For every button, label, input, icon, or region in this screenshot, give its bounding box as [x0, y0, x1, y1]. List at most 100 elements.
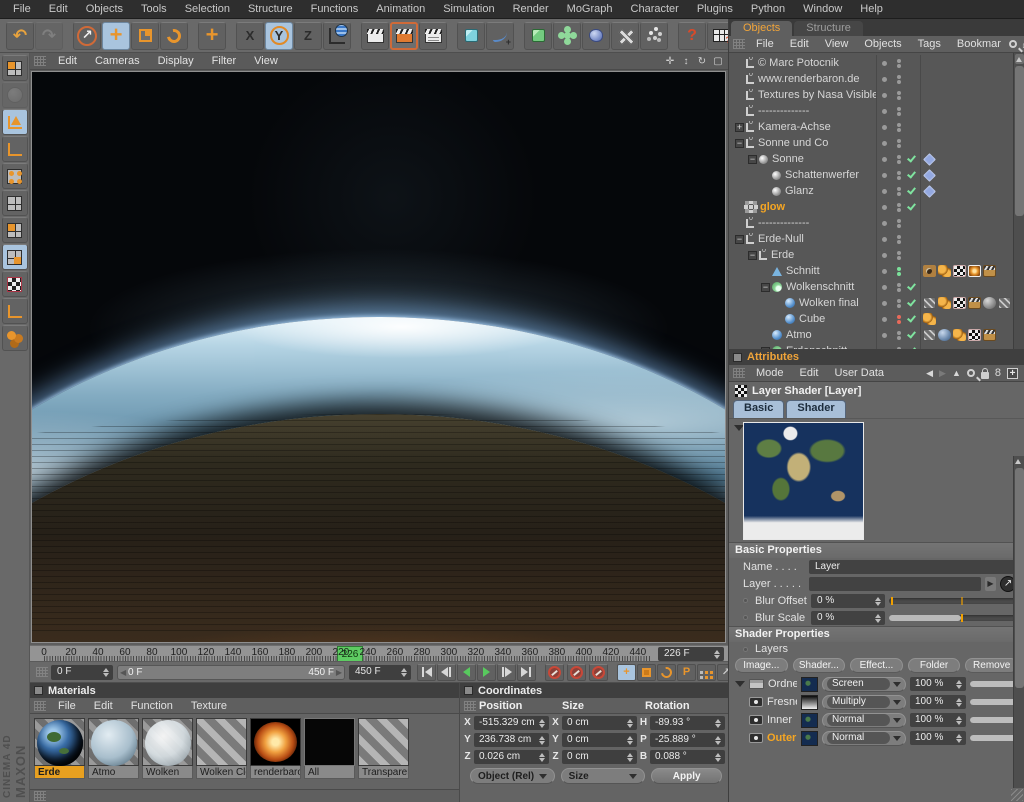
layer-dot-cell[interactable]: [876, 199, 892, 215]
add-subdivision-surface-button[interactable]: [524, 22, 552, 50]
shader-layer-row[interactable]: OuterNormal100 %: [729, 729, 1024, 747]
layer-name-cell[interactable]: Fresnel: [735, 696, 797, 708]
visibility-cell[interactable]: [892, 215, 905, 231]
visibility-render-dot[interactable]: [897, 320, 901, 324]
layer-thumbnail[interactable]: [801, 731, 818, 746]
material-thumbnail[interactable]: [34, 718, 85, 766]
menu-animation[interactable]: Animation: [367, 0, 434, 19]
visibility-cell[interactable]: [892, 199, 905, 215]
loop-end-field[interactable]: 450 F: [349, 665, 411, 680]
stripes-tag-icon[interactable]: [923, 297, 936, 309]
rotation-value-field[interactable]: 0.088 °: [650, 750, 725, 764]
visibility-editor-dot[interactable]: [897, 235, 901, 239]
rotation-stepper[interactable]: [715, 736, 722, 745]
layer-dot[interactable]: [882, 221, 887, 226]
visibility-editor-dot[interactable]: [897, 171, 901, 175]
layer-dot-cell[interactable]: [876, 103, 892, 119]
materials-menu-function[interactable]: Function: [122, 700, 182, 712]
rotate-tool-button[interactable]: [160, 22, 188, 50]
layer-dot[interactable]: [882, 237, 887, 242]
enabled-cell[interactable]: [905, 327, 920, 343]
tree-row[interactable]: Glanz: [729, 183, 1013, 199]
objects-menu-file[interactable]: File: [748, 38, 782, 50]
opacity-stepper[interactable]: [956, 734, 963, 743]
layer-dot-cell[interactable]: [876, 295, 892, 311]
render-view-button[interactable]: [361, 22, 389, 50]
enabled-cell[interactable]: [905, 215, 920, 231]
position-value-field[interactable]: 236.738 cm: [474, 733, 549, 747]
layer-dot-cell[interactable]: [876, 247, 892, 263]
model-mode-button[interactable]: [2, 82, 28, 108]
make-editable-button[interactable]: [2, 55, 28, 81]
texture-selected-tag-icon[interactable]: [968, 265, 981, 277]
shader-preview-earth-map[interactable]: [743, 422, 864, 540]
layer-menu-button[interactable]: ▶: [985, 577, 996, 591]
layer-dot-cell[interactable]: [876, 167, 892, 183]
scrollbar-thumb[interactable]: [1015, 66, 1024, 216]
undo-button[interactable]: [6, 22, 34, 50]
loop-start-field[interactable]: 0 F: [51, 665, 113, 680]
tree-row[interactable]: −Sonne: [729, 151, 1013, 167]
viewport-menu-filter[interactable]: Filter: [203, 55, 245, 67]
visibility-render-dot[interactable]: [897, 208, 901, 212]
expand-toggle-icon[interactable]: −: [748, 251, 757, 260]
record-keyframe-button[interactable]: [545, 664, 564, 681]
enabled-cell[interactable]: [905, 247, 920, 263]
go-to-start-button[interactable]: [417, 664, 436, 681]
position-value-field[interactable]: -515.329 cm: [474, 716, 549, 730]
compositing-tag-icon[interactable]: [968, 297, 981, 309]
resize-grip[interactable]: [1011, 789, 1023, 801]
folder-icon[interactable]: [749, 679, 764, 689]
opacity-field[interactable]: 100 %: [910, 713, 966, 727]
layer-dot-cell[interactable]: [876, 311, 892, 327]
opacity-field[interactable]: 100 %: [910, 731, 966, 745]
expand-toggle-icon[interactable]: −: [735, 139, 744, 148]
visibility-render-dot[interactable]: [897, 288, 901, 292]
layer-dot-cell[interactable]: [876, 231, 892, 247]
search-icon[interactable]: [1009, 40, 1017, 48]
scrollbar-thumb[interactable]: [1015, 468, 1024, 688]
coordinate-system-button[interactable]: [323, 22, 351, 50]
enabled-check-icon[interactable]: [907, 169, 916, 178]
tree-row[interactable]: --------------: [729, 103, 1013, 119]
lock-x-axis-button[interactable]: X: [236, 22, 264, 50]
key-scale-button[interactable]: [637, 664, 656, 681]
help-context-button[interactable]: [678, 22, 706, 50]
panel-icon[interactable]: [464, 686, 473, 695]
layer-name-cell[interactable]: Ordner: [735, 678, 797, 690]
material-thumbnail[interactable]: [250, 718, 301, 766]
rotation-stepper[interactable]: [715, 719, 722, 728]
current-tool-move-button[interactable]: [198, 22, 226, 50]
sphere-blue-tag-icon[interactable]: [938, 329, 951, 341]
layer-dot-cell[interactable]: [876, 279, 892, 295]
play-backward-button[interactable]: [457, 664, 476, 681]
key-position-button[interactable]: +: [617, 664, 636, 681]
compositing-tag-icon[interactable]: [983, 329, 996, 341]
tab-shader[interactable]: Shader: [786, 400, 845, 418]
key-parameter-button[interactable]: P: [677, 664, 696, 681]
expand-toggle-icon[interactable]: −: [735, 235, 744, 244]
layer-dot[interactable]: [882, 301, 887, 306]
point-mode-button[interactable]: [2, 163, 28, 189]
material-thumbnail[interactable]: [88, 718, 139, 766]
phong-tag-icon[interactable]: [938, 265, 951, 277]
enabled-cell[interactable]: [905, 263, 920, 279]
rotate-view-icon[interactable]: ↻: [696, 56, 708, 67]
layer-name-cell[interactable]: Inner: [735, 714, 797, 726]
visibility-editor-dot[interactable]: [897, 251, 901, 255]
visibility-render-dot[interactable]: [897, 192, 901, 196]
blur-scale-field[interactable]: 0 %: [811, 611, 885, 625]
opacity-slider[interactable]: [970, 699, 1016, 705]
shader-button[interactable]: Shader...: [793, 658, 846, 673]
position-stepper[interactable]: [539, 719, 546, 728]
visibility-render-dot[interactable]: [897, 272, 901, 276]
enabled-check-icon[interactable]: [907, 313, 916, 322]
menu-objects[interactable]: Objects: [77, 0, 132, 19]
menu-file[interactable]: File: [4, 0, 40, 19]
layer-dot[interactable]: [882, 125, 887, 130]
menu-functions[interactable]: Functions: [302, 0, 368, 19]
expand-toggle-icon[interactable]: −: [761, 283, 770, 292]
autokeying-button[interactable]: [567, 664, 586, 681]
enabled-check-icon[interactable]: [907, 201, 916, 210]
visibility-editor-dot[interactable]: [897, 75, 901, 79]
